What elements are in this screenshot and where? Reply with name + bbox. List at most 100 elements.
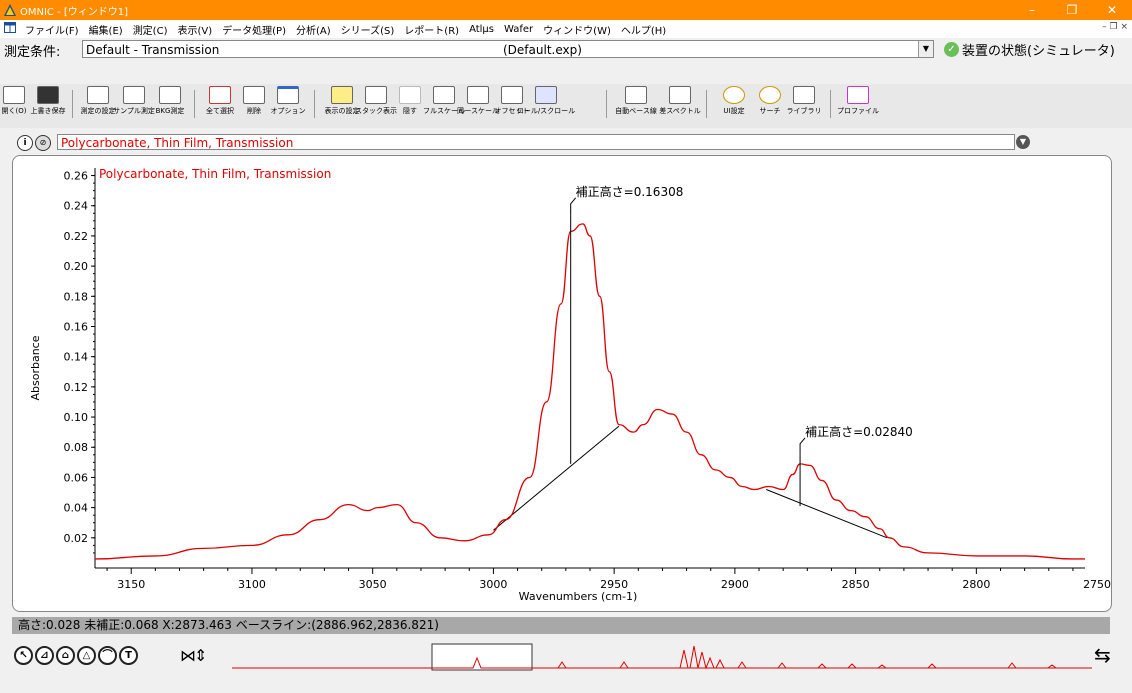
peak-area-tool-icon[interactable]: △ (77, 646, 96, 665)
mdi-window-buttons[interactable]: – ❐ × (1102, 22, 1128, 32)
collect-background-button[interactable]: BKG測定 (148, 86, 192, 116)
open-icon (3, 86, 25, 104)
spectrum-line (94, 223, 1085, 560)
auto-baseline-icon (625, 86, 647, 104)
ui-settings-icon (723, 86, 745, 104)
menu-collect[interactable]: 測定(C) (128, 22, 173, 37)
common-scale-icon (467, 86, 489, 104)
menu-file[interactable]: ファイル(F) (20, 22, 84, 37)
window-menu-icon[interactable] (4, 22, 16, 36)
menu-wafer[interactable]: Wafer (499, 24, 538, 35)
menu-analyze[interactable]: 分析(A) (291, 22, 336, 37)
menu-process[interactable]: データ処理(P) (217, 22, 291, 37)
offset-icon (501, 86, 523, 104)
text-tool-icon[interactable]: T (119, 646, 138, 665)
spectrum-select[interactable]: Polycarbonate, Thin Film, Transmission (57, 134, 1015, 150)
omnic-logo-icon (4, 4, 16, 16)
x-axis-label: Wavenumbers (cm-1) (519, 590, 638, 603)
toolbar-separator (830, 90, 831, 118)
overview-spectrum (232, 645, 1092, 670)
auto-baseline-button[interactable]: 自動ベース線 (614, 86, 658, 116)
x-tick-label: 2850 (842, 578, 870, 591)
x-tick-label: 3100 (238, 578, 266, 591)
library-icon (793, 86, 815, 104)
y-tick-label: 0.04 (64, 502, 89, 515)
save-button[interactable]: 上書き保存 (26, 86, 70, 116)
background-icon (159, 86, 181, 104)
instrument-status-label: 装置の状態(シミュレータ) (962, 44, 1115, 59)
help-icon (331, 86, 353, 104)
y-tick-label: 0.18 (64, 290, 89, 303)
info-icon[interactable]: i (17, 135, 33, 151)
menu-view[interactable]: 表示(V) (172, 22, 217, 37)
menu-atlus[interactable]: Atlμs (464, 24, 499, 35)
status-bar: 高さ:0.028 未補正:0.068 X:2873.463 ベースライン:(28… (12, 617, 1110, 634)
menu-edit[interactable]: 編集(E) (84, 22, 128, 37)
conditions-select[interactable]: Default - Transmission (Default.exp) ▼ (82, 40, 934, 58)
profile-button[interactable]: プロファイル (836, 86, 880, 116)
roll-scroll-button[interactable]: ロール/スクロール (517, 86, 575, 116)
menu-bar: ファイル(F) 編集(E) 測定(C) 表示(V) データ処理(P) 分析(A)… (0, 20, 1132, 38)
annotation-leader (570, 197, 577, 216)
y-tick-label: 0.14 (64, 351, 89, 364)
y-tick-label: 0.24 (64, 200, 89, 213)
minimize-button[interactable]: – (1012, 0, 1052, 20)
options-icon (277, 86, 299, 104)
restore-button[interactable]: ❐ (1052, 0, 1092, 20)
overview-pane[interactable] (232, 640, 1092, 674)
pointer-tool-icon[interactable]: ↖ (14, 646, 33, 665)
spectrum-selector-bar: i ⊘ Polycarbonate, Thin Film, Transmissi… (0, 133, 1132, 153)
overview-viewport[interactable] (431, 643, 533, 671)
subtract-button[interactable]: 差スペクトル (658, 86, 702, 116)
expand-icon[interactable]: ⋈⇕ (180, 646, 207, 665)
chevron-down-icon[interactable]: ▼ (918, 41, 933, 57)
clear-icon[interactable]: ⊘ (35, 135, 51, 151)
check-icon: ✓ (944, 42, 959, 57)
peak-annotation-label: 補正高さ=0.16308 (576, 184, 684, 199)
setup-icon (87, 86, 109, 104)
sample-icon (123, 86, 145, 104)
spectrum-plot[interactable]: 0.02 0.04 0.06 0.08 0.10 0.12 0.14 0.16 0.18 0.20… (13, 156, 1111, 611)
delete-icon (243, 86, 265, 104)
peak-annotation-label: 補正高さ=0.02840 (805, 424, 913, 439)
label-tool-icon[interactable]: ⌒ (98, 646, 117, 665)
options-button[interactable]: オプション (266, 86, 310, 116)
library-button[interactable]: ライブラリ (782, 86, 826, 116)
annotation-leader (799, 437, 806, 456)
close-button[interactable]: ✕ (1092, 0, 1132, 20)
conditions-bar: 測定条件: Default - Transmission (Default.ex… (0, 38, 1132, 84)
x-tick-label: 2800 (962, 578, 990, 591)
toolbar: 開く(O) 上書き保存 測定の設定 サンプル測定 BKG測定 全て選択 削除 オ… (0, 84, 1132, 128)
peak-height-tool-icon[interactable]: ⌂ (56, 646, 75, 665)
instrument-status[interactable]: ✓ 装置の状態(シミュレータ) (944, 40, 1115, 59)
x-tick-label: 3150 (117, 578, 145, 591)
y-tick-label: 0.20 (64, 260, 89, 273)
stack-icon (365, 86, 387, 104)
plot-axes (94, 168, 1085, 569)
menu-window[interactable]: ウィンドウ(W) (538, 22, 616, 37)
menu-report[interactable]: レポート(R) (399, 22, 464, 37)
y-tick-label: 0.06 (64, 471, 89, 484)
menu-help[interactable]: ヘルプ(H) (616, 22, 671, 37)
search-icon (759, 86, 781, 104)
window-title: OMNIC - [ウィンドウ1] (20, 6, 129, 18)
pan-arrows-icon[interactable]: ⇆ (1094, 643, 1111, 667)
bottom-tools: ↖ ⊿ ⌂ △ ⌒ T ⋈⇕ ⇆ (0, 640, 1132, 680)
spectral-window: 0.02 0.04 0.06 0.08 0.10 0.12 0.14 0.16 0.18 0.20… (12, 155, 1112, 612)
y-tick-label: 0.26 (64, 170, 89, 183)
experiment-file: (Default.exp) (503, 43, 582, 57)
save-icon (37, 86, 59, 104)
toolbar-separator (706, 90, 707, 118)
annotations: 補正高さ=0.16308 補正高さ=0.02840 (570, 184, 913, 507)
plot-title: Polycarbonate, Thin Film, Transmission (99, 167, 331, 181)
roll-scroll-icon (535, 86, 557, 104)
y-tick-label: 0.10 (64, 411, 89, 424)
conditions-label: 測定条件: (4, 45, 61, 60)
menu-series[interactable]: シリーズ(S) (336, 22, 400, 37)
toolbar-separator (314, 90, 315, 118)
toolbar-separator (606, 90, 607, 118)
region-tool-icon[interactable]: ⊿ (35, 646, 54, 665)
x-tick-label: 3000 (479, 578, 507, 591)
y-tick-label: 0.22 (64, 230, 89, 243)
chevron-down-icon[interactable]: ▼ (1016, 135, 1030, 149)
